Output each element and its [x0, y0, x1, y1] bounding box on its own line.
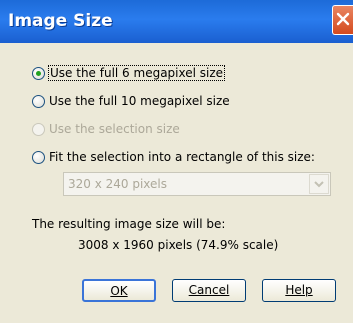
dropdown-button: [309, 174, 329, 194]
radio-button[interactable]: [32, 151, 45, 164]
cancel-button[interactable]: Cancel: [172, 279, 246, 302]
image-size-dialog: Image Size Use the full 6 megapixel size…: [0, 0, 353, 323]
chevron-down-icon: [314, 181, 324, 188]
result-value: 3008 x 1960 pixels (74.9% scale): [78, 238, 279, 252]
option-full-10mp-label: Use the full 10 megapixel size: [49, 94, 230, 108]
option-fit-rectangle-label: Fit the selection into a rectangle of th…: [49, 150, 315, 164]
radio-button-checked[interactable]: [32, 67, 45, 80]
ok-button[interactable]: OK: [82, 279, 156, 302]
option-selection-size-label: Use the selection size: [49, 122, 180, 136]
close-button[interactable]: [332, 5, 353, 35]
rectangle-size-value: 320 x 240 pixels: [68, 177, 168, 191]
radio-button[interactable]: [32, 95, 45, 108]
rectangle-size-select: 320 x 240 pixels: [63, 172, 331, 196]
result-label: The resulting image size will be:: [32, 217, 226, 231]
radio-button-disabled: [32, 123, 45, 136]
window-title: Image Size: [8, 11, 113, 31]
close-icon: [336, 12, 350, 26]
help-button[interactable]: Help: [262, 279, 336, 302]
option-full-6mp-label: Use the full 6 megapixel size: [48, 65, 226, 81]
title-bar[interactable]: Image Size: [0, 0, 353, 43]
